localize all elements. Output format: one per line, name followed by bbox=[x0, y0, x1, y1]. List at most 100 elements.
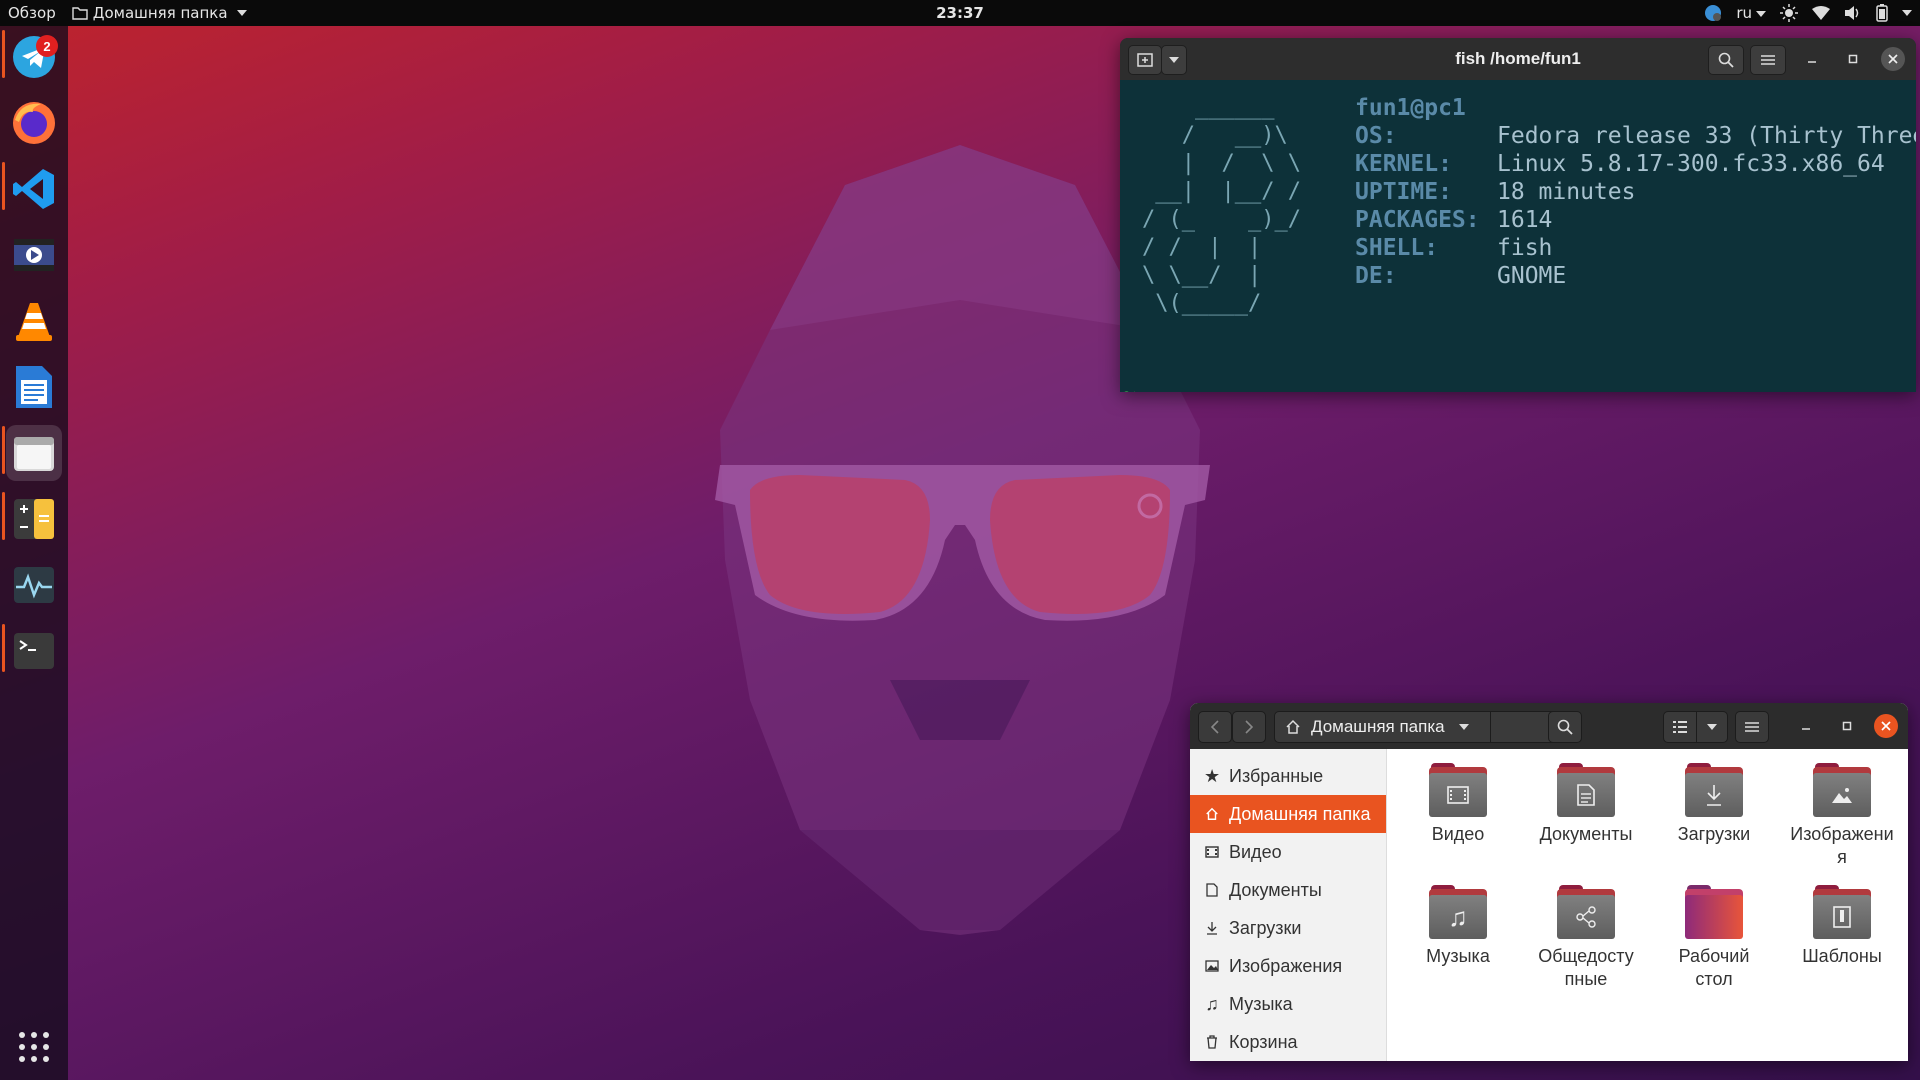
trash-icon bbox=[1204, 1034, 1220, 1050]
folder-item-public[interactable]: Общедоступные bbox=[1523, 885, 1649, 991]
sidebar-item-label: Загрузки bbox=[1229, 917, 1302, 938]
document-icon bbox=[1204, 882, 1220, 898]
dock-vlc[interactable] bbox=[6, 293, 62, 349]
running-indicator bbox=[2, 426, 5, 474]
app-grid-icon bbox=[19, 1032, 49, 1062]
dock-files[interactable] bbox=[6, 425, 62, 481]
info-row-packages: PACKAGES: 1614 bbox=[1355, 207, 1553, 233]
folder-item-pictures[interactable]: Изображения bbox=[1779, 763, 1905, 869]
dock-libreoffice-writer[interactable] bbox=[6, 359, 62, 415]
view-options-button[interactable] bbox=[1696, 711, 1728, 743]
folder-item-templates[interactable]: Шаблоны bbox=[1779, 885, 1905, 968]
running-indicator bbox=[2, 30, 5, 78]
folder-label: Документы bbox=[1539, 824, 1633, 844]
running-indicator bbox=[2, 492, 5, 540]
sidebar-item-starred[interactable]: ★ Избранные bbox=[1190, 757, 1386, 795]
maximize-icon bbox=[1848, 54, 1858, 64]
folder-label: Изображения bbox=[1790, 824, 1894, 867]
folder-item-downloads[interactable]: Загрузки bbox=[1651, 763, 1777, 846]
close-button[interactable] bbox=[1874, 714, 1898, 738]
sidebar-item-label: Музыка bbox=[1229, 993, 1293, 1014]
sidebar-item-trash[interactable]: Корзина bbox=[1190, 1023, 1386, 1061]
home-icon bbox=[1204, 806, 1220, 822]
files-window[interactable]: Домашняя папка ★ Избранные Домашняя папк… bbox=[1190, 703, 1908, 1061]
chevron-down-icon bbox=[1756, 10, 1766, 17]
maximize-icon bbox=[1842, 721, 1852, 731]
back-button[interactable] bbox=[1198, 711, 1232, 743]
activities-button[interactable]: Обзор bbox=[0, 4, 64, 22]
folder-item-music[interactable]: ♫ Музыка bbox=[1395, 885, 1521, 968]
search-button[interactable] bbox=[1548, 711, 1582, 743]
terminal-window[interactable]: fish /home/fun1 ______ / __)\ | / \ \ __… bbox=[1120, 38, 1916, 392]
terminal-title: fish /home/fun1 bbox=[1455, 49, 1581, 68]
files-sidebar: ★ Избранные Домашняя папка Видео Докумен… bbox=[1190, 749, 1387, 1061]
star-icon: ★ bbox=[1203, 765, 1221, 786]
sidebar-item-documents[interactable]: Документы bbox=[1190, 871, 1386, 909]
sidebar-item-videos[interactable]: Видео bbox=[1190, 833, 1386, 871]
chevron-down-icon bbox=[1707, 724, 1717, 730]
clock[interactable]: 23:37 bbox=[936, 4, 984, 22]
terminal-header-bar[interactable]: fish /home/fun1 bbox=[1120, 38, 1916, 80]
folder-item-videos[interactable]: Видео bbox=[1395, 763, 1521, 846]
minimize-button[interactable] bbox=[1800, 47, 1824, 71]
folder-label: Рабочий стол bbox=[1678, 946, 1750, 989]
fedora-ascii-logo: ______ / __)\ | / \ \ __| |__/ / / (_ _)… bbox=[1142, 95, 1301, 316]
info-row-kernel: KERNEL: Linux 5.8.17-300.fc33.x86_64 bbox=[1355, 151, 1885, 177]
search-icon bbox=[1718, 52, 1734, 68]
music-folder-icon: ♫ bbox=[1429, 885, 1487, 939]
folder-label: Шаблоны bbox=[1802, 946, 1882, 966]
chevron-down-icon bbox=[236, 10, 247, 16]
search-button[interactable] bbox=[1708, 45, 1744, 75]
hamburger-menu-button[interactable] bbox=[1750, 45, 1786, 75]
sidebar-item-music[interactable]: ♫ Музыка bbox=[1190, 985, 1386, 1023]
dock-video-editor[interactable] bbox=[6, 227, 62, 283]
tab-menu-button[interactable] bbox=[1161, 45, 1187, 75]
minimize-button[interactable] bbox=[1794, 714, 1818, 738]
sidebar-item-label: Избранные bbox=[1229, 765, 1324, 786]
volume-icon[interactable] bbox=[1844, 5, 1862, 21]
keyboard-layout-indicator[interactable]: ru bbox=[1736, 4, 1766, 22]
prompt-directory: ~ bbox=[1122, 380, 1136, 392]
dock-calculator[interactable] bbox=[6, 491, 62, 547]
close-icon bbox=[1888, 54, 1898, 64]
maximize-button[interactable] bbox=[1835, 714, 1859, 738]
folder-icon bbox=[72, 7, 88, 20]
hamburger-menu-button[interactable] bbox=[1735, 711, 1769, 743]
wifi-icon[interactable] bbox=[1812, 6, 1830, 20]
chevron-down-icon[interactable] bbox=[1458, 724, 1469, 730]
terminal-icon bbox=[14, 633, 54, 669]
folder-item-desktop[interactable]: Рабочий стол bbox=[1651, 885, 1777, 991]
maximize-button[interactable] bbox=[1841, 47, 1865, 71]
dock-system-monitor[interactable] bbox=[6, 557, 62, 613]
battery-icon[interactable] bbox=[1876, 4, 1888, 22]
dock-firefox[interactable] bbox=[6, 95, 62, 151]
pictures-folder-icon bbox=[1813, 763, 1871, 817]
dock-vscode[interactable] bbox=[6, 161, 62, 217]
files-header-bar[interactable]: Домашняя папка bbox=[1190, 703, 1908, 749]
firefox-icon bbox=[13, 102, 55, 144]
sidebar-item-downloads[interactable]: Загрузки bbox=[1190, 909, 1386, 947]
sidebar-item-label: Домашняя папка bbox=[1229, 803, 1371, 824]
downloads-folder-icon bbox=[1685, 763, 1743, 817]
path-bar[interactable]: Домашняя папка bbox=[1274, 711, 1566, 743]
sidebar-item-home[interactable]: Домашняя папка bbox=[1190, 795, 1386, 833]
dock-terminal[interactable] bbox=[6, 623, 62, 679]
view-list-button[interactable] bbox=[1663, 711, 1697, 743]
forward-button[interactable] bbox=[1232, 711, 1266, 743]
files-content: Видео Документы Загрузки Изображения ♫ М… bbox=[1387, 749, 1908, 1061]
info-row-shell: SHELL: fish bbox=[1355, 235, 1553, 261]
dock-telegram[interactable]: 2 bbox=[6, 29, 62, 85]
sidebar-item-pictures[interactable]: Изображения bbox=[1190, 947, 1386, 985]
running-indicator bbox=[2, 624, 5, 672]
telegram-tray-icon[interactable] bbox=[1704, 4, 1722, 22]
info-row-os: OS: Fedora release 33 (Thirty Three) bbox=[1355, 123, 1916, 149]
video-icon bbox=[1204, 844, 1220, 860]
files-folder-icon bbox=[14, 437, 54, 471]
show-applications-button[interactable] bbox=[6, 1019, 62, 1075]
close-button[interactable] bbox=[1881, 47, 1905, 71]
new-tab-button[interactable] bbox=[1128, 45, 1162, 75]
night-light-icon[interactable] bbox=[1780, 4, 1798, 22]
app-menu[interactable]: Домашняя папка bbox=[64, 4, 255, 22]
folder-item-documents[interactable]: Документы bbox=[1523, 763, 1649, 846]
power-menu-icon[interactable] bbox=[1902, 9, 1912, 17]
